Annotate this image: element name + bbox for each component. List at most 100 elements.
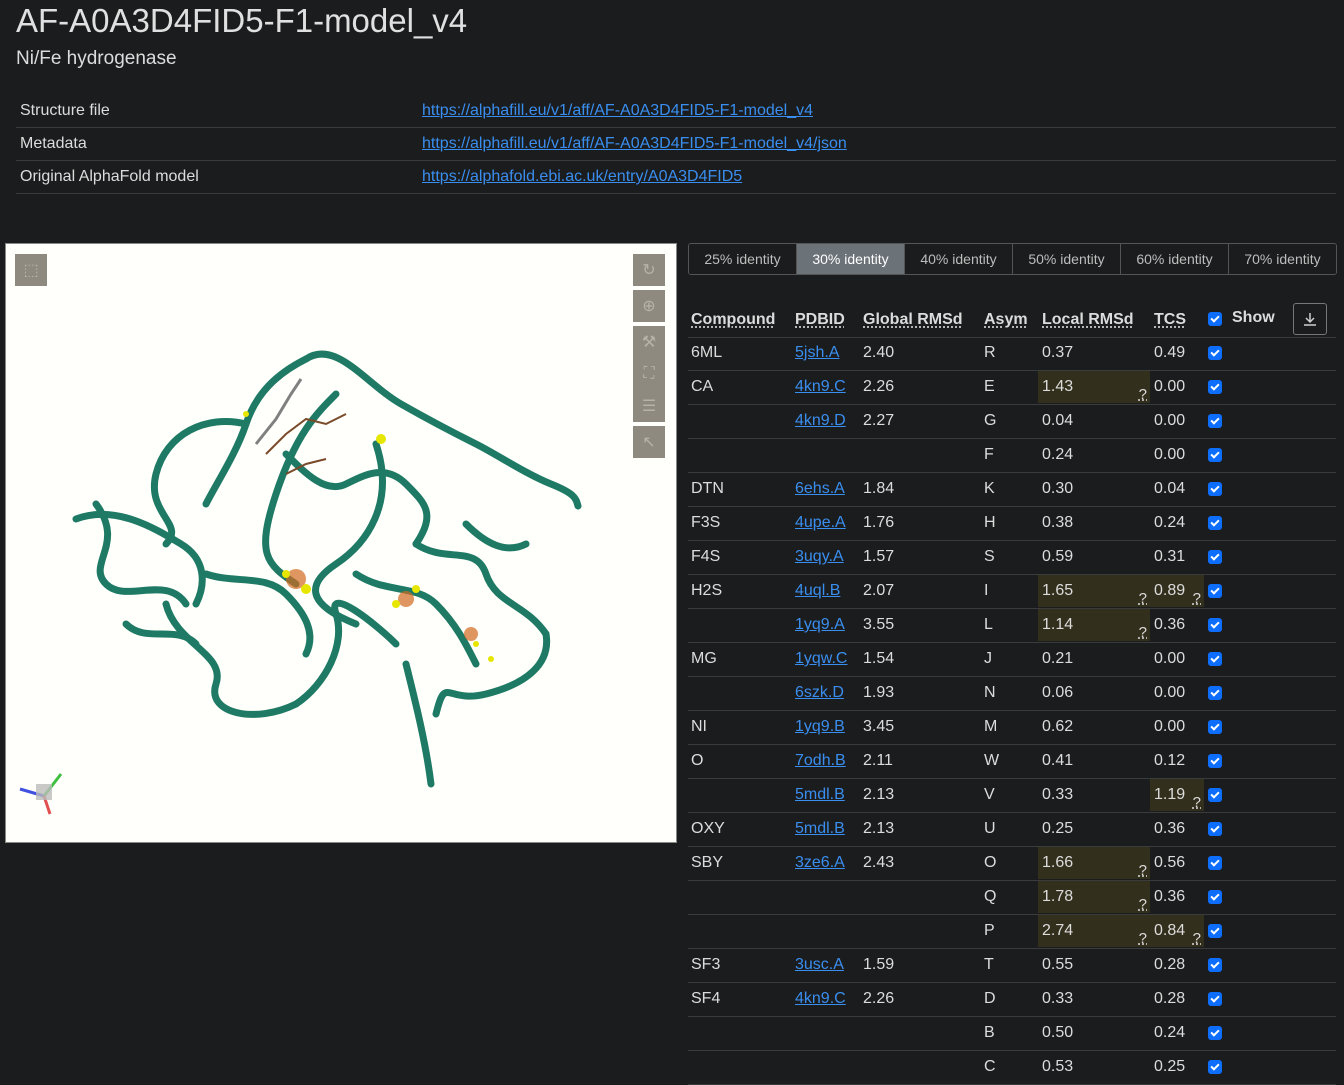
show-checkbox[interactable] (1208, 448, 1222, 462)
pdbid-link[interactable]: 3usc.A (795, 956, 844, 973)
show-checkbox[interactable] (1208, 1026, 1222, 1040)
table-row: F3S 4upe.A 1.76 H 0.38 0.24 (688, 507, 1336, 541)
table-row: O 7odh.B 2.11 W 0.41 0.12 (688, 745, 1336, 779)
col-tcs[interactable]: TCS (1154, 311, 1186, 329)
tcs-cell: 0.24 (1150, 1024, 1185, 1041)
table-row: Q 1.78? 0.36 (688, 881, 1336, 915)
compound-cell: SF3 (691, 956, 720, 973)
sliders-icon[interactable]: ☰ (633, 390, 665, 422)
show-checkbox[interactable] (1208, 720, 1222, 734)
table-row: DTN 6ehs.A 1.84 K 0.30 0.04 (688, 473, 1336, 507)
global-rmsd-cell: 3.45 (863, 718, 894, 735)
target-icon[interactable]: ⊕ (633, 290, 665, 322)
show-checkbox[interactable] (1208, 516, 1222, 530)
col-pdbid[interactable]: PDBID (795, 311, 845, 329)
table-row: 4kn9.D 2.27 G 0.04 0.00 (688, 405, 1336, 439)
show-checkbox[interactable] (1208, 584, 1222, 598)
show-checkbox[interactable] (1208, 414, 1222, 428)
pdbid-link[interactable]: 5mdl.B (795, 786, 845, 803)
pdbid-link[interactable]: 3ze6.A (795, 854, 845, 871)
pdbid-link[interactable]: 4kn9.C (795, 378, 846, 395)
compound-cell: CA (691, 378, 713, 395)
show-checkbox[interactable] (1208, 992, 1222, 1006)
tcs-cell: 0.00 (1150, 718, 1185, 735)
local-rmsd-cell: 0.04 (1038, 412, 1073, 429)
show-checkbox[interactable] (1208, 856, 1222, 870)
pdbid-link[interactable]: 1yq9.B (795, 718, 845, 735)
info-key: Original AlphaFold model (16, 161, 418, 194)
pdbid-link[interactable]: 4kn9.C (795, 990, 846, 1007)
tab-70-identity[interactable]: 70% identity (1229, 244, 1336, 274)
tab-30-identity[interactable]: 30% identity (797, 244, 905, 274)
protein-structure-render[interactable] (6, 244, 676, 842)
pdbid-link[interactable]: 1yqw.C (795, 650, 847, 667)
wrench-icon[interactable]: ⚒ (633, 326, 665, 358)
compound-cell: F4S (691, 548, 720, 565)
local-rmsd-cell: 1.66 (1038, 854, 1073, 871)
pdbid-link[interactable]: 5jsh.A (795, 344, 839, 361)
refresh-icon[interactable]: ↻ (633, 254, 665, 286)
structure-viewer[interactable]: ⬚ ↻ ⊕ ⚒ ⛶ ☰ ↖ (5, 243, 677, 843)
tcs-cell: 0.25 (1150, 1058, 1185, 1075)
cursor-icon[interactable]: ↖ (633, 426, 665, 458)
col-global-rmsd[interactable]: Global RMSd (863, 311, 963, 329)
global-rmsd-cell: 1.59 (863, 956, 894, 973)
show-checkbox[interactable] (1208, 788, 1222, 802)
global-rmsd-cell: 1.54 (863, 650, 894, 667)
pdbid-link[interactable]: 1yq9.A (795, 616, 845, 633)
tab-50-identity[interactable]: 50% identity (1013, 244, 1121, 274)
show-checkbox[interactable] (1208, 346, 1222, 360)
global-rmsd-cell: 2.07 (863, 582, 894, 599)
pdbid-link[interactable]: 6ehs.A (795, 480, 845, 497)
tab-60-identity[interactable]: 60% identity (1121, 244, 1229, 274)
alphafold-model-link[interactable]: https://alphafold.ebi.ac.uk/entry/A0A3D4… (422, 168, 742, 185)
pdbid-link[interactable]: 5mdl.B (795, 820, 845, 837)
global-rmsd-cell: 2.43 (863, 854, 894, 871)
tab-25-identity[interactable]: 25% identity (689, 244, 797, 274)
show-checkbox[interactable] (1208, 890, 1222, 904)
show-checkbox[interactable] (1208, 482, 1222, 496)
tcs-cell: 0.36 (1150, 888, 1185, 905)
col-show: Show (1232, 309, 1275, 327)
tab-40-identity[interactable]: 40% identity (905, 244, 1013, 274)
show-checkbox[interactable] (1208, 958, 1222, 972)
show-checkbox[interactable] (1208, 652, 1222, 666)
info-row-metadata: Metadata https://alphafill.eu/v1/aff/AF-… (16, 128, 1336, 161)
show-checkbox[interactable] (1208, 686, 1222, 700)
show-all-checkbox[interactable] (1208, 312, 1222, 326)
asym-cell: U (984, 820, 996, 837)
compound-cell: H2S (691, 582, 722, 599)
col-local-rmsd[interactable]: Local RMSd (1042, 311, 1134, 329)
pdbid-link[interactable]: 3uqy.A (795, 548, 844, 565)
table-row: SBY 3ze6.A 2.43 O 1.66? 0.56 (688, 847, 1336, 881)
cube-icon[interactable]: ⬚ (15, 254, 47, 286)
compound-cell: DTN (691, 480, 724, 497)
show-checkbox[interactable] (1208, 550, 1222, 564)
download-button[interactable] (1293, 303, 1327, 335)
structure-file-link[interactable]: https://alphafill.eu/v1/aff/AF-A0A3D4FID… (422, 102, 813, 119)
pdbid-link[interactable]: 4upe.A (795, 514, 846, 531)
show-checkbox[interactable] (1208, 618, 1222, 632)
pdbid-link[interactable]: 4kn9.D (795, 412, 846, 429)
expand-icon[interactable]: ⛶ (633, 358, 665, 390)
identity-tabs: 25% identity 30% identity 40% identity 5… (688, 243, 1337, 275)
pdbid-link[interactable]: 6szk.D (795, 684, 844, 701)
pdbid-link[interactable]: 7odh.B (795, 752, 846, 769)
pdbid-link[interactable]: 4uql.B (795, 582, 840, 599)
show-checkbox[interactable] (1208, 924, 1222, 938)
local-rmsd-cell: 0.41 (1038, 752, 1073, 769)
show-checkbox[interactable] (1208, 380, 1222, 394)
page-title: AF-A0A3D4FID5-F1-model_v4 (16, 0, 467, 42)
table-row: H2S 4uql.B 2.07 I 1.65? 0.89? (688, 575, 1336, 609)
show-checkbox[interactable] (1208, 822, 1222, 836)
results-table-header: Compound PDBID Global RMSd Asym Local RM… (688, 303, 1336, 338)
show-checkbox[interactable] (1208, 754, 1222, 768)
asym-cell: G (984, 412, 996, 429)
col-compound[interactable]: Compound (691, 311, 775, 329)
asym-cell: K (984, 480, 995, 497)
col-asym[interactable]: Asym (984, 311, 1028, 329)
show-checkbox[interactable] (1208, 1060, 1222, 1074)
info-row-structure: Structure file https://alphafill.eu/v1/a… (16, 95, 1336, 128)
tcs-cell: 0.28 (1150, 990, 1185, 1007)
metadata-link[interactable]: https://alphafill.eu/v1/aff/AF-A0A3D4FID… (422, 135, 847, 152)
